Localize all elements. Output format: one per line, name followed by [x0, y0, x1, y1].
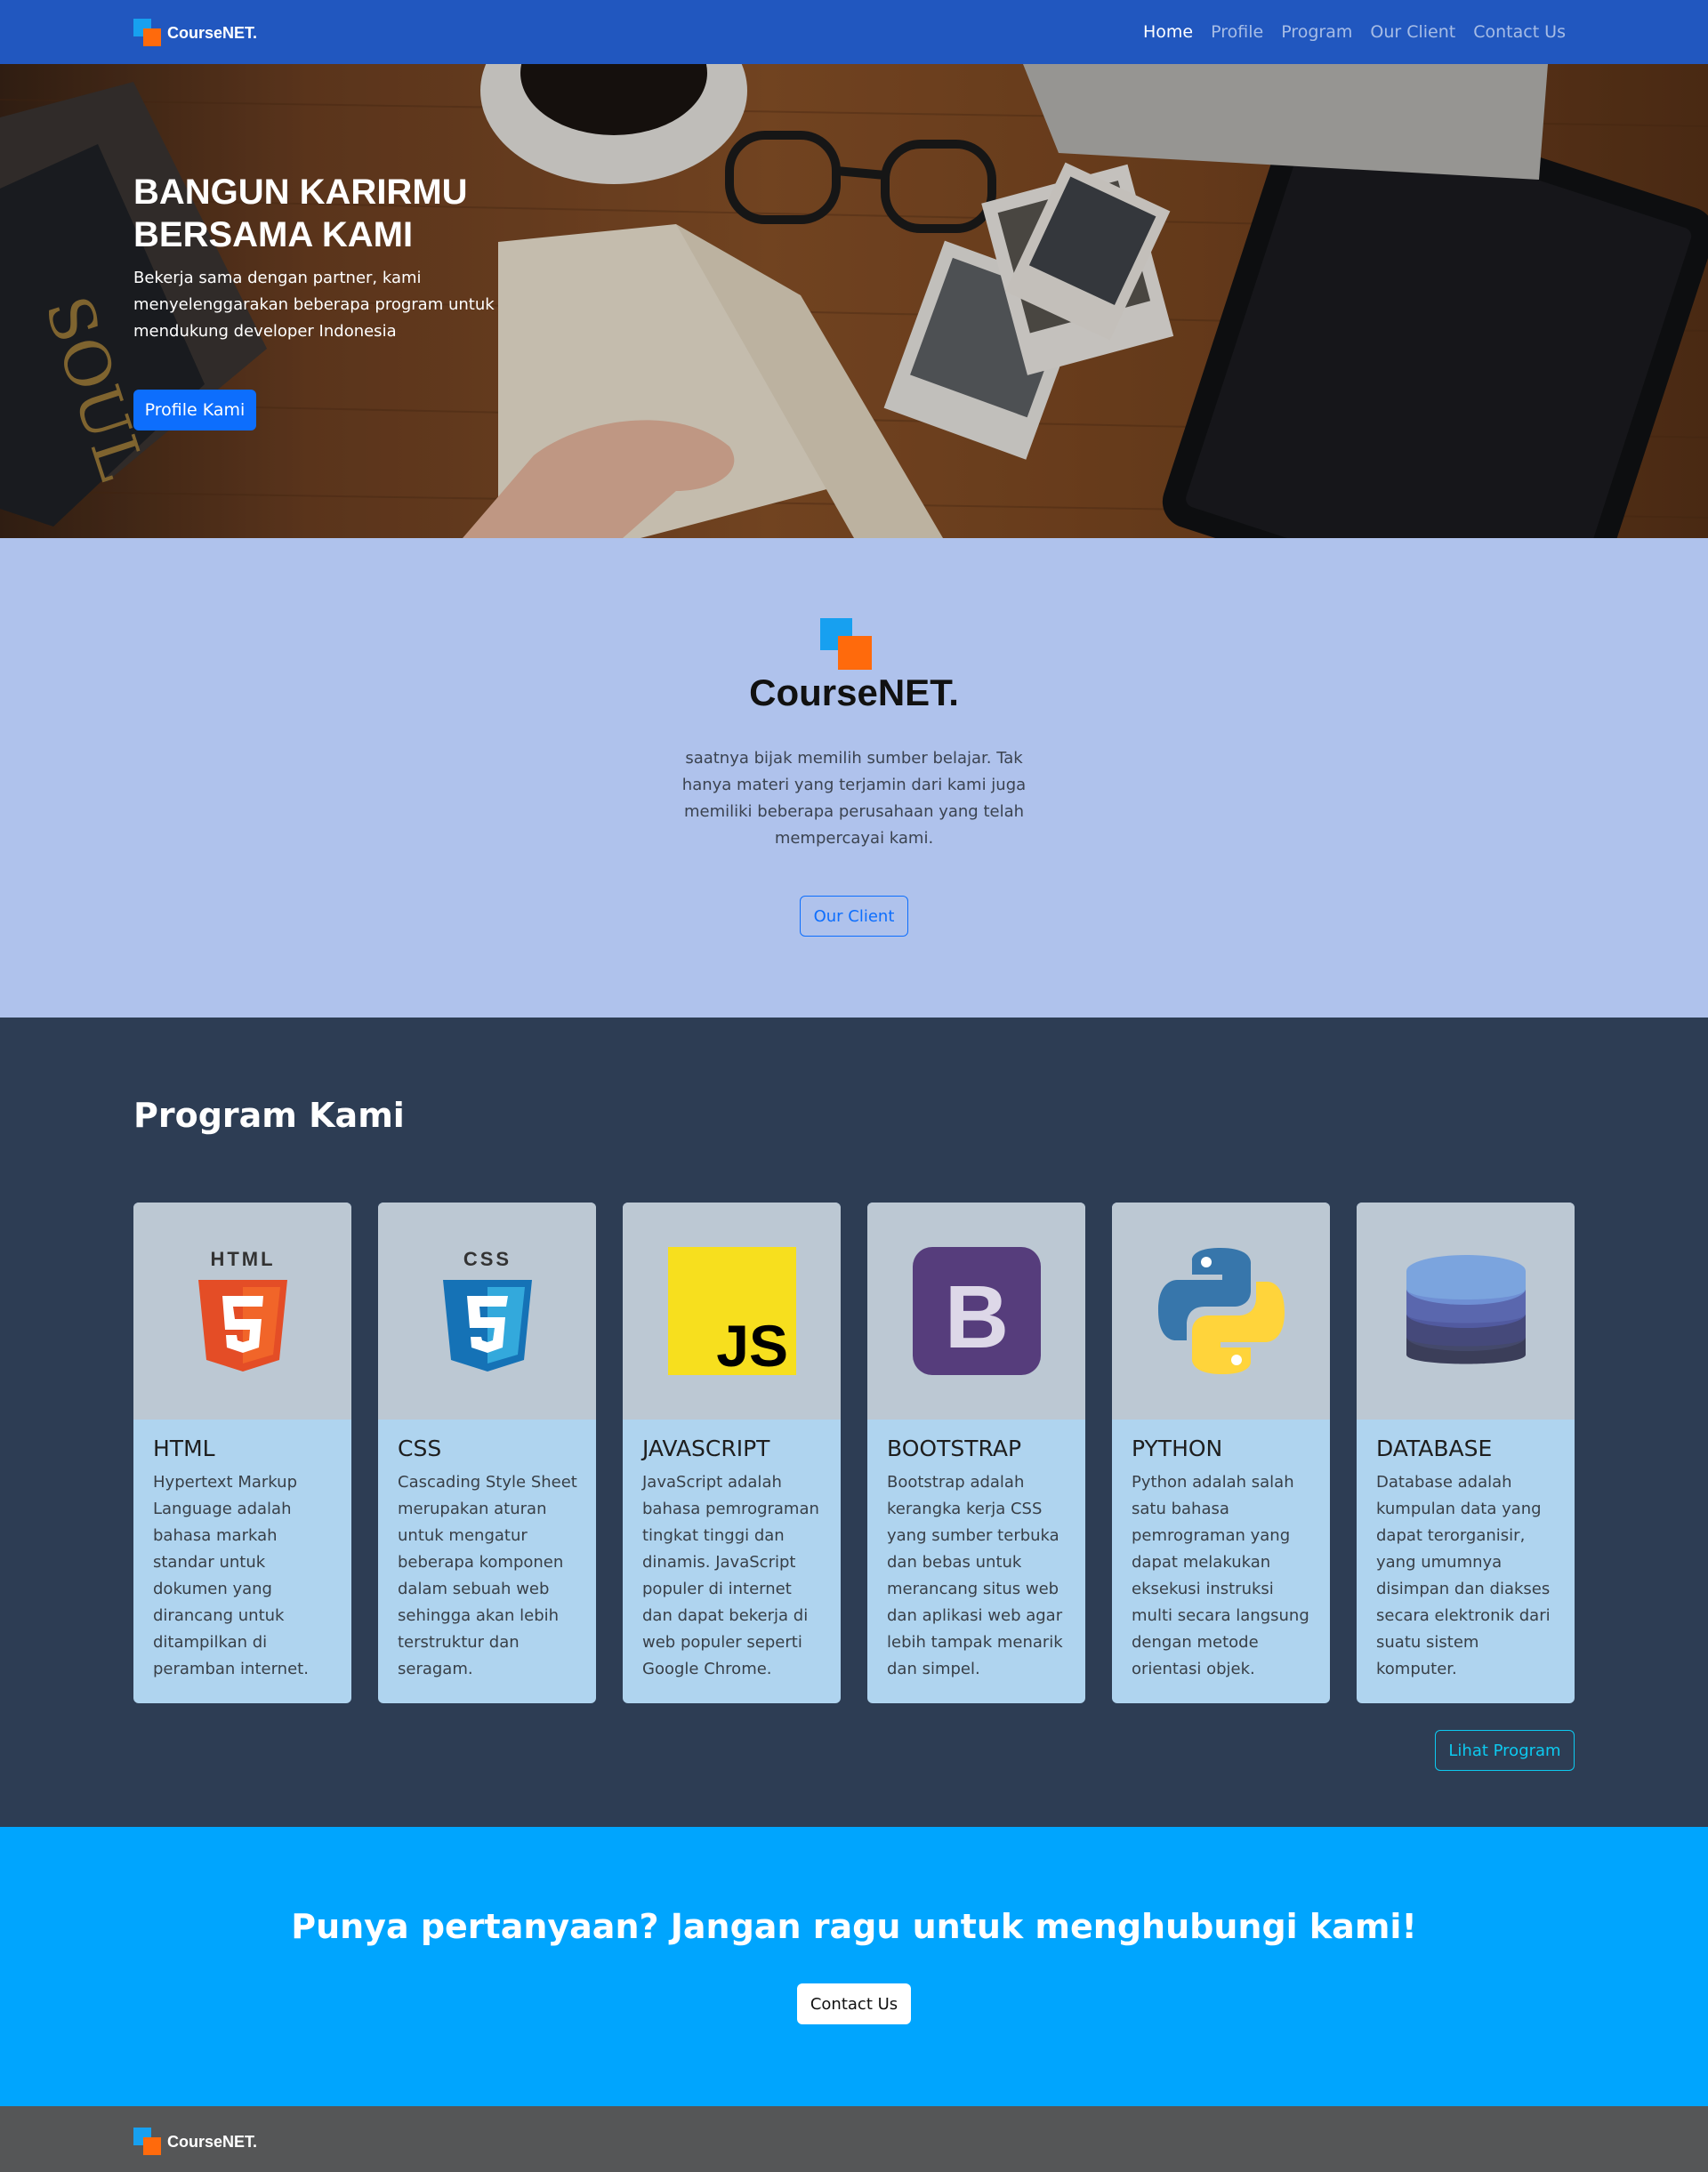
contact-section: Punya pertanyaan? Jangan ragu untuk meng…: [0, 1827, 1708, 2106]
card-text: JavaScript adalah bahasa pemrograman tin…: [642, 1473, 819, 1678]
svg-text:CSS: CSS: [463, 1248, 511, 1270]
css3-icon: CSS: [442, 1248, 532, 1372]
card-image: [1357, 1203, 1575, 1420]
program-card-css[interactable]: CSS CSS Cascading Style Sheet merupakan …: [378, 1203, 596, 1703]
contact-us-button[interactable]: Contact Us: [797, 1983, 911, 2024]
profile-kami-button[interactable]: Profile Kami: [133, 390, 256, 430]
program-card-python[interactable]: PYTHON Python adalah salah satu bahasa p…: [1112, 1203, 1330, 1703]
card-text: Hypertext Markup Language adalah bahasa …: [153, 1473, 309, 1678]
hero-title: BANGUN KARIRMU BERSAMA KAMI: [133, 173, 468, 254]
card-title: JAVASCRIPT: [642, 1436, 770, 1461]
nav-link-our-client[interactable]: Our Client: [1370, 22, 1455, 42]
nav-link-program[interactable]: Program: [1281, 22, 1352, 42]
program-section: Program Kami HTML HTML Hypertext Markup …: [0, 1018, 1708, 1827]
footer-brand[interactable]: CourseNET.: [133, 2128, 257, 2156]
nav-link-profile[interactable]: Profile: [1211, 22, 1263, 42]
brand-name: CourseNET.: [167, 23, 258, 42]
navbar-brand[interactable]: CourseNET.: [133, 19, 258, 47]
contact-title: Punya pertanyaan? Jangan ragu untuk meng…: [291, 1907, 1417, 1946]
svg-text:B: B: [944, 1267, 1008, 1367]
program-card-javascript[interactable]: JS JAVASCRIPT JavaScript adalah bahasa p…: [623, 1203, 841, 1703]
hero-description: Bekerja sama dengan partner, kami menyel…: [133, 269, 495, 341]
html5-icon: HTML: [197, 1248, 287, 1372]
about-section: CourseNET. saatnya bijak memilih sumber …: [0, 538, 1708, 1018]
nav-link-home[interactable]: Home: [1143, 22, 1193, 42]
card-title: HTML: [153, 1436, 215, 1461]
coursenet-logo-icon: [133, 2128, 162, 2156]
about-brand-name: CourseNET.: [749, 672, 959, 713]
card-title: CSS: [398, 1436, 442, 1461]
bootstrap-icon: B: [912, 1247, 1041, 1375]
coursenet-logo-icon: [820, 618, 875, 673]
nav-link-contact-us[interactable]: Contact Us: [1473, 22, 1566, 42]
card-title: PYTHON: [1132, 1436, 1223, 1461]
svg-text:HTML: HTML: [210, 1248, 275, 1270]
card-text: Python adalah salah satu bahasa pemrogra…: [1132, 1473, 1309, 1678]
hero-section: SOUL BANGUN KARIRMU BERSAMA KAMI Bekerja…: [0, 64, 1708, 538]
coursenet-logo-icon: [133, 19, 162, 47]
database-icon: [1406, 1255, 1526, 1364]
program-title: Program Kami: [133, 1096, 405, 1135]
navbar: CourseNET. Home Profile Program Our Clie…: [0, 0, 1708, 64]
card-text: Database adalah kumpulan data yang dapat…: [1376, 1473, 1551, 1678]
card-image: B: [867, 1203, 1085, 1420]
nav-links: Home Profile Program Our Client Contact …: [1143, 0, 1566, 64]
program-cards: HTML HTML Hypertext Markup Language adal…: [133, 1203, 1575, 1703]
program-card-html[interactable]: HTML HTML Hypertext Markup Language adal…: [133, 1203, 351, 1703]
card-image: [1112, 1203, 1330, 1420]
card-image: HTML: [133, 1203, 351, 1420]
svg-text:JS: JS: [716, 1313, 788, 1378]
card-text: Cascading Style Sheet merupakan aturan u…: [398, 1473, 577, 1678]
javascript-icon: JS: [667, 1247, 796, 1378]
lihat-program-button[interactable]: Lihat Program: [1435, 1730, 1575, 1771]
footer: CourseNET.: [0, 2106, 1708, 2172]
card-image: JS: [623, 1203, 841, 1420]
card-image: CSS: [378, 1203, 596, 1420]
card-text: Bootstrap adalah kerangka kerja CSS yang…: [887, 1473, 1063, 1678]
footer-brand-name: CourseNET.: [167, 2132, 258, 2151]
about-description: saatnya bijak memilih sumber belajar. Ta…: [681, 749, 1027, 848]
card-title: BOOTSTRAP: [887, 1436, 1022, 1461]
python-icon: [1157, 1248, 1285, 1374]
program-card-database[interactable]: DATABASE Database adalah kumpulan data y…: [1357, 1203, 1575, 1703]
program-card-bootstrap[interactable]: B BOOTSTRAP Bootstrap adalah kerangka ke…: [867, 1203, 1085, 1703]
card-title: DATABASE: [1376, 1436, 1493, 1461]
our-client-button[interactable]: Our Client: [800, 896, 908, 937]
